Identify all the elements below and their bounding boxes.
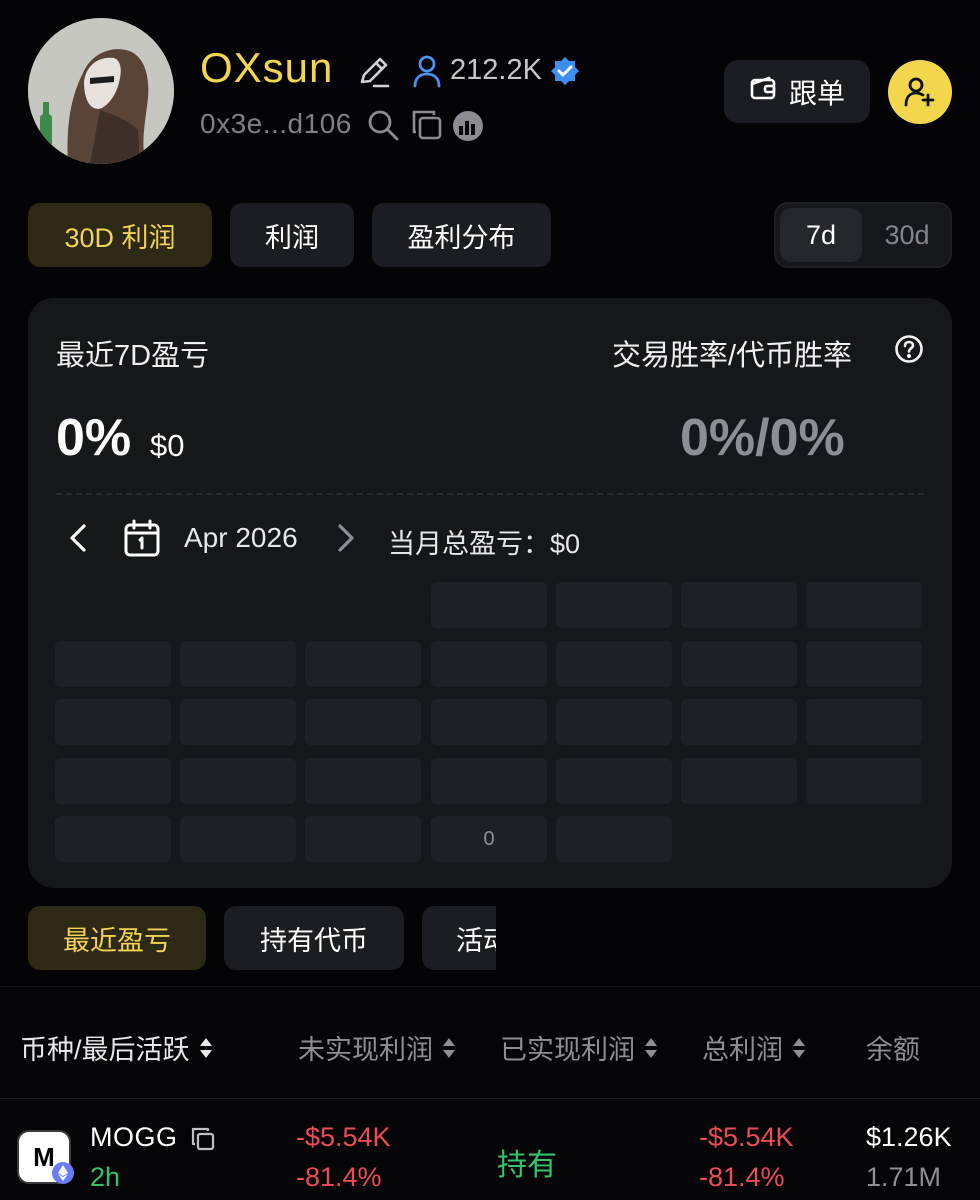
wallet-address: 0x3e...d106 <box>200 108 352 139</box>
copy-trade-label: 跟单 <box>788 77 845 109</box>
tab-recent-pnl[interactable]: 最近盈亏 <box>28 906 206 970</box>
winrate-label: 交易胜率/代币胜率 <box>612 340 853 372</box>
calendar-day-cell[interactable] <box>180 758 296 804</box>
period-30d-option[interactable]: 30d <box>866 208 948 262</box>
unrealized-percent: -81.4% <box>296 1162 382 1192</box>
calendar-day-cell[interactable] <box>681 641 797 687</box>
avatar-image <box>28 18 174 164</box>
calendar-day-cell[interactable] <box>55 699 171 745</box>
tab-profit-distribution[interactable]: 盈利分布 <box>372 203 551 267</box>
calendar-day-cell[interactable]: 0 <box>431 816 547 862</box>
sort-icon <box>199 1037 212 1058</box>
explorer-icon[interactable] <box>452 110 484 142</box>
calendar-day-cell[interactable] <box>681 699 797 745</box>
calendar-day-cell[interactable] <box>556 758 672 804</box>
calendar-day-cell[interactable] <box>305 758 421 804</box>
calendar-icon[interactable] <box>122 518 162 558</box>
add-user-icon <box>904 77 935 107</box>
col-balance: 余额 <box>866 1028 920 1067</box>
col-balance-label: 余额 <box>866 1035 920 1065</box>
profile-name: OXsun <box>200 44 334 91</box>
pnl-label: 最近7D盈亏 <box>56 340 210 372</box>
winrate-value: 0%/0% <box>680 409 845 467</box>
verified-badge-icon <box>550 56 580 86</box>
chevron-right-icon[interactable] <box>330 518 362 558</box>
calendar-day-cell[interactable] <box>431 699 547 745</box>
card-divider <box>56 493 924 495</box>
col-realized[interactable]: 已实现利润 <box>500 1028 659 1067</box>
calendar-month: Apr 2026 <box>184 522 298 553</box>
month-total-pnl: 当月总盈亏：$0 <box>388 529 581 559</box>
tab-holdings[interactable]: 持有代币 <box>224 906 404 970</box>
pnl-percent: 0% <box>56 409 132 467</box>
calendar-day-cell[interactable] <box>180 816 296 862</box>
pnl-table <box>0 986 980 1200</box>
calendar-day-cell[interactable] <box>556 699 672 745</box>
calendar-day-cell[interactable] <box>556 641 672 687</box>
calendar-day-cell[interactable] <box>55 641 171 687</box>
calendar-day-cell[interactable] <box>681 582 797 628</box>
calendar-day-cell[interactable] <box>55 758 171 804</box>
tab-activity[interactable]: 活动 <box>422 906 496 970</box>
tab-activity-clip: 活动 <box>422 906 496 970</box>
calendar-day-cell[interactable] <box>305 641 421 687</box>
sort-icon <box>645 1037 657 1058</box>
calendar-day-cell[interactable] <box>681 758 797 804</box>
table-divider <box>0 1098 980 1099</box>
calendar-day-cell[interactable] <box>806 699 922 745</box>
col-unrealized-label: 未实现利润 <box>298 1035 433 1065</box>
copy-trade-button[interactable]: 跟单 <box>724 60 870 123</box>
pnl-usd: $0 <box>150 428 185 463</box>
tab-30d-profit[interactable]: 30D 利润 <box>28 203 212 267</box>
chevron-left-icon[interactable] <box>62 518 94 558</box>
balance-usd: $1.26K <box>866 1122 952 1152</box>
period-7d-option[interactable]: 7d <box>780 208 862 262</box>
calendar-day-cell[interactable] <box>305 699 421 745</box>
calendar-day-cell[interactable] <box>556 816 672 862</box>
total-profit-usd: -$5.54K <box>699 1122 794 1152</box>
calendar-day-cell[interactable] <box>305 816 421 862</box>
col-token-last-active[interactable]: 币种/最后活跃 <box>20 1028 214 1067</box>
realized-status: 持有 <box>497 1149 557 1182</box>
sort-icon <box>443 1037 455 1058</box>
unrealized-usd: -$5.54K <box>296 1122 391 1152</box>
followers-icon <box>412 54 442 88</box>
calendar-day-cell[interactable] <box>180 641 296 687</box>
copy-icon[interactable] <box>410 108 444 142</box>
follow-button[interactable] <box>888 60 952 124</box>
col-total-profit[interactable]: 总利润 <box>702 1028 807 1067</box>
col-unrealized[interactable]: 未实现利润 <box>298 1028 457 1067</box>
edit-name-icon[interactable] <box>354 52 394 92</box>
col-total-label: 总利润 <box>702 1035 783 1065</box>
balance-amount: 1.71M <box>866 1162 942 1192</box>
sort-icon <box>793 1037 805 1058</box>
calendar-day-cell[interactable] <box>431 582 547 628</box>
wallet-icon <box>749 74 777 109</box>
ethereum-chain-icon <box>52 1162 74 1184</box>
search-icon[interactable] <box>366 108 400 142</box>
calendar-day-cell[interactable] <box>431 641 547 687</box>
avatar <box>28 18 174 164</box>
followers-count: 212.2K <box>450 54 542 86</box>
period-switch: 7d 30d <box>774 202 952 268</box>
calendar-day-cell[interactable] <box>431 758 547 804</box>
token-name[interactable]: MOGG <box>90 1122 178 1153</box>
token-last-active: 2h <box>90 1162 121 1192</box>
calendar-day-cell[interactable] <box>806 582 922 628</box>
calendar-day-cell[interactable] <box>55 816 171 862</box>
col-token-label: 币种/最后活跃 <box>20 1035 190 1065</box>
col-realized-label: 已实现利润 <box>500 1035 635 1065</box>
calendar-day-cell[interactable] <box>556 582 672 628</box>
total-profit-percent: -81.4% <box>699 1162 785 1192</box>
help-icon[interactable] <box>894 334 924 364</box>
tab-profit[interactable]: 利润 <box>230 203 354 267</box>
calendar-day-cell[interactable] <box>180 699 296 745</box>
calendar-day-cell[interactable] <box>806 758 922 804</box>
copy-icon[interactable] <box>190 1126 216 1152</box>
calendar-day-cell[interactable] <box>806 641 922 687</box>
